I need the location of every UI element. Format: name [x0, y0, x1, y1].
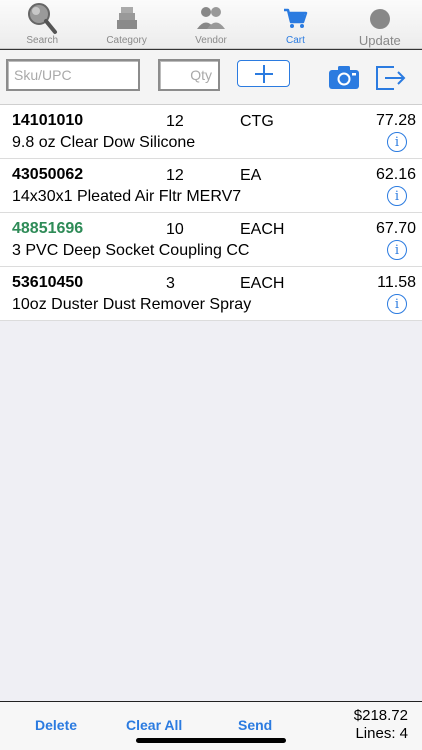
category-icon: [107, 1, 147, 35]
delete-button[interactable]: Delete: [35, 717, 77, 733]
item-price: 11.58: [377, 274, 416, 291]
cart-list: 14101010 12 CTG 77.28 9.8 oz Clear Dow S…: [0, 105, 422, 321]
vendor-icon: [191, 1, 231, 35]
item-unit: EACH: [240, 221, 285, 238]
item-qty: 3: [166, 275, 175, 292]
plus-icon: [254, 64, 273, 83]
tab-vendor[interactable]: Vendor: [169, 0, 253, 48]
update-icon: [360, 1, 400, 35]
export-button[interactable]: [374, 62, 408, 92]
line-count: Lines: 4: [355, 725, 408, 742]
search-icon: [22, 1, 62, 35]
tab-update[interactable]: Update: [338, 0, 422, 48]
item-unit: CTG: [240, 113, 274, 130]
item-description: 10oz Duster Dust Remover Spray: [12, 296, 252, 313]
item-price: 77.28: [375, 112, 416, 129]
item-description: 3 PVC Deep Socket Coupling CC: [12, 242, 250, 259]
send-button[interactable]: Send: [238, 717, 272, 733]
item-entry-bar: [0, 49, 422, 105]
export-arrow-icon: [376, 66, 406, 90]
cart-icon: [275, 1, 315, 35]
camera-icon: [329, 66, 359, 89]
sku-input[interactable]: [6, 59, 140, 91]
item-description: 9.8 oz Clear Dow Silicone: [12, 134, 196, 151]
item-sku: 53610450: [12, 274, 84, 291]
tab-bar: Search Category Vendor Cart Update: [0, 0, 422, 49]
item-qty: 12: [166, 113, 184, 130]
tab-search[interactable]: Search: [0, 0, 84, 48]
cart-total: $218.72: [353, 707, 408, 724]
tab-label: Search: [26, 35, 59, 46]
cart-row[interactable]: 53610450 3 EACH 11.58 10oz Duster Dust R…: [0, 267, 422, 321]
info-icon[interactable]: i: [387, 132, 407, 152]
tab-label: Vendor: [195, 35, 227, 46]
home-indicator: [136, 738, 286, 743]
tab-label: Category: [106, 35, 147, 46]
item-price: 67.70: [375, 220, 416, 237]
item-price: 62.16: [375, 166, 416, 183]
scan-camera-button[interactable]: [328, 64, 360, 90]
info-icon[interactable]: i: [387, 186, 407, 206]
clear-all-button[interactable]: Clear All: [126, 717, 182, 733]
cart-row[interactable]: 48851696 10 EACH 67.70 3 PVC Deep Socket…: [0, 213, 422, 267]
cart-row[interactable]: 43050062 12 EA 62.16 14x30x1 Pleated Air…: [0, 159, 422, 213]
item-sku: 14101010: [12, 112, 84, 129]
info-icon[interactable]: i: [387, 294, 407, 314]
tab-cart[interactable]: Cart: [253, 0, 337, 48]
item-unit: EACH: [240, 275, 285, 292]
tab-label: Update: [358, 33, 401, 48]
info-icon[interactable]: i: [387, 240, 407, 260]
tab-category[interactable]: Category: [84, 0, 168, 48]
item-qty: 12: [166, 167, 184, 184]
tab-label: Cart: [285, 35, 305, 46]
item-sku: 48851696: [12, 220, 84, 237]
cart-row[interactable]: 14101010 12 CTG 77.28 9.8 oz Clear Dow S…: [0, 105, 422, 159]
item-description: 14x30x1 Pleated Air Fltr MERV7: [12, 188, 242, 205]
cart-summary: $218.72 Lines: 4: [354, 707, 408, 743]
item-unit: EA: [240, 167, 262, 184]
qty-input[interactable]: [158, 59, 220, 91]
add-item-button[interactable]: [237, 60, 290, 87]
item-qty: 10: [166, 221, 184, 238]
item-sku: 43050062: [12, 166, 84, 183]
